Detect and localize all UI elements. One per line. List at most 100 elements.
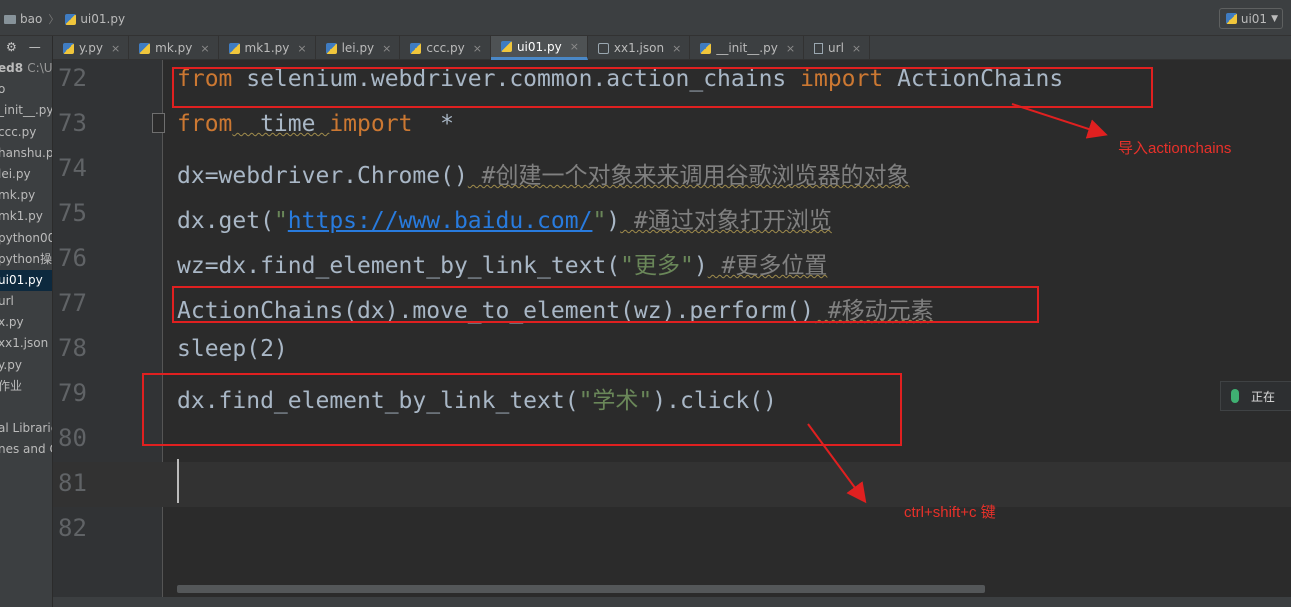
code-line-78: sleep(2) (177, 336, 288, 362)
tab-mk1-py[interactable]: mk1.py × (219, 36, 316, 60)
tab-mk-py[interactable]: mk.py × (129, 36, 219, 60)
close-icon[interactable]: × (570, 40, 579, 53)
tab-label: url (828, 41, 844, 55)
project-tree-item[interactable]: hanshu.py (0, 143, 52, 164)
tab-label: mk1.py (244, 41, 290, 55)
gear-icon[interactable]: ⚙ (6, 40, 17, 54)
project-tree-item[interactable]: x.py (0, 312, 52, 333)
close-icon[interactable]: × (786, 42, 795, 55)
tab-label: __init__.py (716, 41, 778, 55)
project-tree-item[interactable]: o (0, 79, 52, 100)
run-configuration-label: ui01 (1240, 11, 1268, 26)
status-bar (53, 597, 1291, 607)
project-tree-item[interactable]: mk1.py (0, 206, 52, 227)
text-cursor (177, 459, 179, 503)
line-number: 82 (58, 514, 87, 542)
line-number: 75 (58, 199, 87, 227)
python-file-icon (1226, 13, 1237, 24)
keyword: from (177, 111, 233, 137)
code-text: sleep(2) (177, 336, 288, 362)
project-tree-item[interactable]: lei.py (0, 164, 52, 185)
close-icon[interactable]: × (382, 42, 391, 55)
python-file-icon (65, 13, 77, 25)
line-number: 80 (58, 424, 87, 452)
close-icon[interactable]: × (473, 42, 482, 55)
tab-ui01-py[interactable]: ui01.py × (490, 36, 588, 60)
line-number: 77 (58, 289, 87, 317)
json-file-icon (597, 42, 609, 54)
project-tree-item[interactable]: url (0, 291, 52, 312)
menu-strip (0, 0, 1291, 4)
code-comment: #通过对象打开浏览 (620, 208, 832, 234)
code-line-74: dx=webdriver.Chrome() #创建一个对象来来调用谷歌浏览器的对… (177, 156, 910, 190)
collapse-icon[interactable]: — (29, 40, 41, 54)
project-tree-item[interactable] (0, 397, 52, 418)
python-file-icon (325, 42, 337, 54)
project-tree-item[interactable]: python操 (0, 249, 52, 270)
project-panel: ⚙ — ed8 C:\Us o _init__.py ccc.py hanshu… (0, 36, 53, 607)
horizontal-scrollbar[interactable] (177, 585, 985, 593)
project-tree-item[interactable]: nes and C (0, 439, 52, 460)
code-text: ) (606, 208, 621, 234)
line-number: 76 (58, 244, 87, 272)
code-text: dx=webdriver.Chrome() (177, 163, 468, 189)
python-file-icon (700, 42, 712, 54)
tab-label: mk.py (155, 41, 193, 55)
breadcrumb-separator-icon: 〉 (48, 13, 60, 26)
string-literal: "更多" (620, 253, 694, 279)
project-tree-item[interactable]: xx1.json (0, 333, 52, 354)
breadcrumb-file[interactable]: ui01.py (80, 12, 125, 26)
project-tree-item[interactable]: y.py (0, 355, 52, 376)
annotation-box-click (142, 373, 902, 446)
code-text: dx.get( (177, 208, 274, 234)
project-tree-item[interactable]: 作业 (0, 376, 52, 397)
code-line-75: dx.get("https://www.baidu.com/") #通过对象打开… (177, 201, 832, 235)
voice-input-popup[interactable]: 正在 (1220, 381, 1291, 411)
tab-lei-py[interactable]: lei.py × (316, 36, 401, 60)
line-number: 78 (58, 334, 87, 362)
project-tree-item[interactable]: mk.py (0, 185, 52, 206)
tab-label: ccc.py (426, 41, 465, 55)
annotation-box-move-to-element (172, 286, 1039, 323)
line-number: 72 (58, 64, 87, 92)
project-tree-item[interactable]: al Librarie (0, 418, 52, 439)
fold-open-icon[interactable] (152, 113, 165, 133)
project-root-item[interactable]: ed8 C:\Us (0, 58, 52, 79)
close-icon[interactable]: × (672, 42, 681, 55)
code-line-73: from time import * (177, 111, 454, 137)
editor-tabs: y.py × mk.py × mk1.py × lei.py × ccc.py × ui0… (53, 36, 1291, 60)
close-icon[interactable]: × (852, 42, 861, 55)
project-tree-item[interactable]: python00 (0, 228, 52, 249)
python-file-icon (139, 42, 151, 54)
text-file-icon (814, 42, 824, 54)
close-icon[interactable]: × (111, 42, 120, 55)
python-file-icon (228, 42, 240, 54)
folder-icon (4, 14, 16, 24)
tab-y-py[interactable]: y.py × (53, 36, 130, 60)
current-line-highlight (53, 462, 1291, 507)
annotation-import-text: 导入actionchains (1118, 140, 1232, 157)
url-link[interactable]: https://www.baidu.com/ (288, 208, 593, 234)
line-number: 81 (58, 469, 87, 497)
annotation-box-import (172, 67, 1153, 108)
keyword: import (329, 111, 413, 137)
run-configuration-dropdown[interactable]: ui01 ▼ (1219, 8, 1283, 29)
tab-xx1-json[interactable]: xx1.json × (588, 36, 691, 60)
breadcrumb: bao 〉 ui01.py (4, 11, 125, 27)
tab-ccc-py[interactable]: ccc.py × (400, 36, 491, 60)
code-text: ) (693, 253, 708, 279)
project-tree-item-selected[interactable]: ui01.py (0, 269, 52, 292)
project-root-path: C:\Us (27, 61, 53, 75)
tab-label: xx1.json (613, 41, 665, 55)
breadcrumb-folder[interactable]: bao (20, 12, 42, 26)
close-icon[interactable]: × (297, 42, 306, 55)
project-tree-item[interactable]: ccc.py (0, 122, 52, 143)
microphone-icon (1231, 389, 1239, 403)
close-icon[interactable]: × (200, 42, 209, 55)
line-number: 79 (58, 379, 87, 407)
tab-init-py[interactable]: __init__.py × (690, 36, 805, 60)
tab-url[interactable]: url × (804, 36, 871, 60)
project-tree-item[interactable]: _init__.py (0, 100, 52, 121)
tab-label: lei.py (341, 41, 375, 55)
python-file-icon (410, 42, 422, 54)
